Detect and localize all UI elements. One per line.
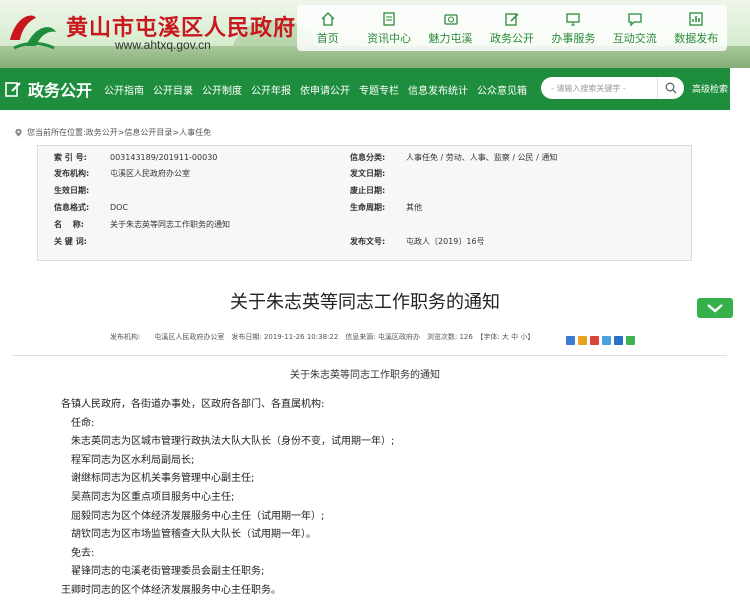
breadcrumb-link[interactable]: 人事任免 (179, 127, 211, 138)
home-icon (321, 11, 335, 26)
article-subtitle: 关于朱志英等同志工作职务的通知 (290, 370, 440, 381)
body-paragraph: 谢继标同志为区机关事务管理中心副主任; (61, 473, 255, 485)
breadcrumb-prefix: 您当前所在位置: (27, 128, 86, 137)
body-paragraph: 任命: (61, 417, 95, 429)
advanced-search-link[interactable]: 高级检索 (692, 82, 728, 95)
body-paragraph: 免去: (61, 547, 95, 559)
section-bar: 政务公开 公开指南 公开目录 公开制度 公开年报 依申请公开 专题专栏 信息发布… (0, 68, 730, 110)
divider (12, 355, 727, 356)
meta-index-no: 索 引 号: 003143189/201911-00030 (54, 153, 218, 162)
body-paragraph: 各镇人民政府，各街道办事处，区政府各部门、各直属机构: (61, 399, 325, 410)
body-paragraph: 胡钦同志为区市场监管稽查大队大队长（试用期一年）。 (61, 529, 316, 541)
section-title[interactable]: 政务公开 (0, 68, 92, 110)
article-body: 各镇人民政府，各街道办事处，区政府各部门、各直属机构: 任命: 朱志英同志为区城… (61, 396, 394, 601)
share-douban-icon[interactable] (614, 336, 623, 345)
breadcrumb-link[interactable]: 信息公开目录 (124, 127, 172, 138)
chart-icon (689, 11, 703, 26)
nav-label: 资讯中心 (367, 31, 412, 45)
subnav-link[interactable]: 公众意见箱 (477, 82, 527, 97)
body-paragraph: 王卿时同志的区个体经济发展服务中心主任职务。 (61, 584, 281, 596)
meta-effective-date: 生效日期: (54, 186, 90, 195)
site-banner: 黄山市屯溪区人民政府 www.ahtxq.gov.cn 首页 资讯中心 魅力屯溪… (0, 0, 750, 68)
monitor-icon (566, 12, 581, 25)
search-icon (665, 82, 677, 94)
nav-item-news[interactable]: 资讯中心 (358, 5, 419, 51)
chat-icon (628, 12, 642, 27)
meta-doc-no: 发布文号: 屯政人〔2019〕16号 (350, 237, 485, 246)
location-pin-icon (15, 128, 22, 137)
search-box (541, 77, 684, 99)
nav-item-interaction[interactable]: 互动交流 (604, 5, 665, 51)
subnav-link[interactable]: 公开制度 (202, 82, 242, 97)
body-paragraph: 屈毅同志为区个体经济发展服务中心主任（试用期一年）; (61, 510, 325, 522)
site-url: www.ahtxq.gov.cn (115, 38, 211, 52)
nav-item-services[interactable]: 办事服务 (543, 5, 604, 51)
nav-item-data[interactable]: 数据发布 (666, 5, 727, 51)
nav-item-charm[interactable]: 魅力屯溪 (420, 5, 481, 51)
share-weibo-icon[interactable] (578, 336, 587, 345)
meta-lifecycle: 生命周期: 其他 (350, 203, 422, 212)
camera-icon (443, 13, 458, 25)
site-logo-icon[interactable] (6, 6, 58, 52)
document-meta-table: 索 引 号: 003143189/201911-00030 信息分类: 人事任免 /… (37, 145, 692, 261)
nav-label: 政务公开 (489, 31, 534, 45)
subnav-link[interactable]: 公开年报 (251, 82, 291, 97)
meta-publisher: 发布机构: 屯溪区人民政府办公室 (54, 169, 190, 178)
search-button[interactable] (656, 77, 684, 99)
section-title-label: 政务公开 (28, 81, 93, 100)
subnav-link[interactable]: 依申请公开 (300, 82, 350, 97)
share-qzone-icon[interactable] (566, 336, 575, 345)
share-renren-icon[interactable] (590, 336, 599, 345)
search-input[interactable] (541, 82, 657, 94)
meta-keywords: 关 键 词: (54, 237, 87, 246)
chevron-down-icon (707, 304, 723, 313)
nav-label: 数据发布 (674, 31, 719, 45)
nav-label: 魅力屯溪 (428, 31, 473, 45)
edit-icon (505, 12, 519, 26)
body-paragraph: 朱志英同志为区城市管理行政执法大队大队长（身份不变，试用期一年）; (61, 436, 395, 448)
document-icon (383, 11, 395, 26)
meta-category: 信息分类: 人事任免 / 劳动、人事、监察 / 公民 / 通知 (350, 153, 558, 162)
section-subnav: 公开指南 公开目录 公开制度 公开年报 依申请公开 专题专栏 信息发布统计 公众… (104, 68, 536, 110)
subnav-link[interactable]: 信息发布统计 (408, 82, 468, 97)
subnav-link[interactable]: 公开目录 (153, 82, 193, 97)
nav-label: 首页 (316, 31, 339, 45)
subnav-link[interactable]: 公开指南 (104, 82, 144, 97)
article-info-line: 发布机构: 屯溪区人民政府办公室 发布日期: 2019-11-26 10:38:… (110, 333, 535, 341)
nav-label: 互动交流 (612, 31, 657, 45)
nav-label: 办事服务 (551, 31, 596, 45)
meta-repeal-date: 废止日期: (350, 186, 386, 195)
meta-name: 名 称: 关于朱志英等同志工作职务的通知 (54, 220, 230, 229)
edit-icon (5, 82, 21, 97)
nav-item-gov-open[interactable]: 政务公开 (481, 5, 542, 51)
meta-format: 信息格式: DOC (54, 203, 129, 212)
nav-item-home[interactable]: 首页 (297, 5, 358, 51)
share-tencent-icon[interactable] (602, 336, 611, 345)
subnav-link[interactable]: 专题专栏 (359, 82, 399, 97)
share-wechat-icon[interactable] (626, 336, 635, 345)
article-title: 关于朱志英等同志工作职务的通知 (230, 292, 500, 313)
collapse-button[interactable] (697, 298, 733, 318)
breadcrumb-separator: > (172, 128, 180, 137)
breadcrumb-separator: > (117, 128, 125, 137)
body-paragraph: 吴燕同志为区重点项目服务中心主任; (61, 491, 235, 503)
meta-pub-date: 发文日期: (350, 169, 386, 178)
share-bar (566, 336, 638, 345)
body-paragraph: 程军同志为区水利局副局长; (61, 454, 195, 466)
top-navigation: 首页 资讯中心 魅力屯溪 政务公开 办事服务 互动交流 数据发布 (297, 5, 727, 51)
breadcrumb-link[interactable]: 政务公开 (86, 127, 118, 138)
breadcrumb: 您当前所在位置: 政务公开 > 信息公开目录 > 人事任免 (14, 127, 211, 138)
